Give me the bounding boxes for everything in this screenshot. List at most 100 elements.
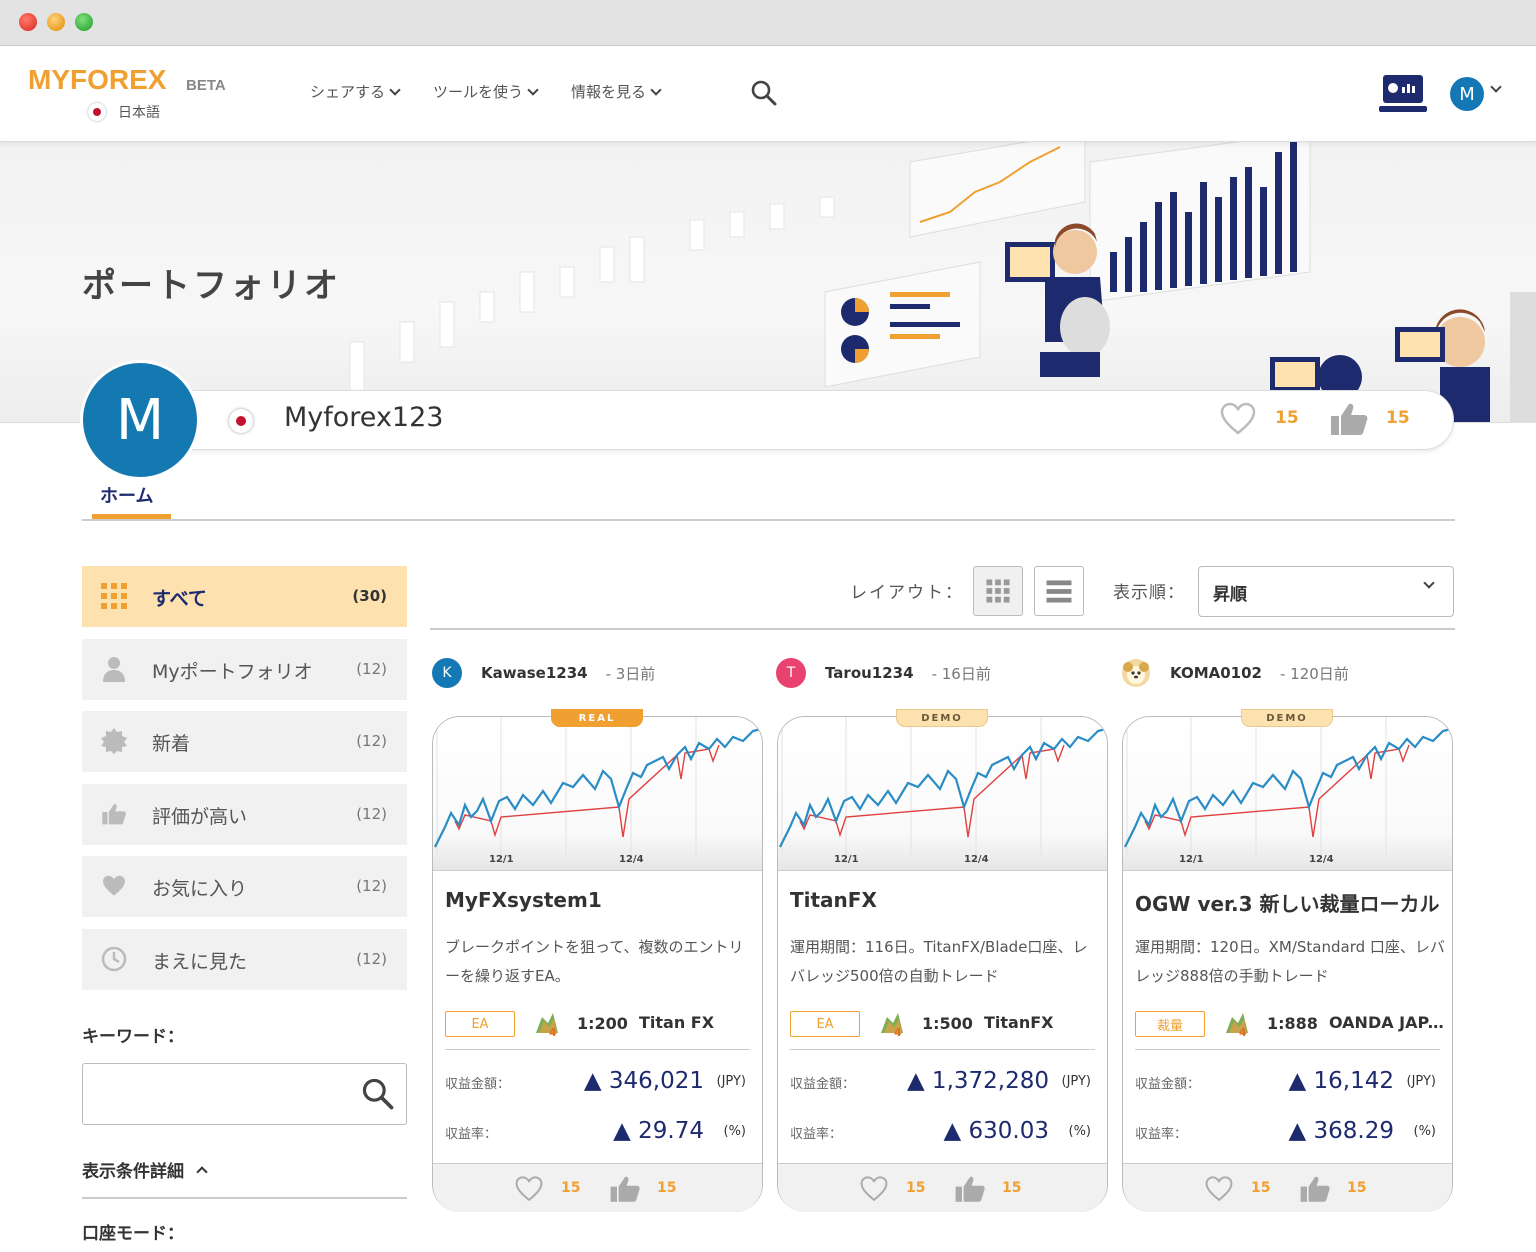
dashboard-monitor-icon[interactable] <box>1378 73 1428 115</box>
japan-flag-icon <box>229 409 253 433</box>
chevron-down-icon <box>650 83 662 96</box>
sidebar-item-count: (12) <box>356 660 387 678</box>
profile-avatar: M <box>80 360 200 480</box>
display-conditions-toggle[interactable]: 表示条件詳細 <box>82 1157 208 1182</box>
japan-flag-icon <box>88 103 106 121</box>
card-footer: 15 15 <box>1123 1163 1452 1212</box>
sidebar-item-my-portfolio[interactable]: Myポートフォリオ (12) <box>82 639 407 700</box>
sidebar-item-favorites[interactable]: お気に入り (12) <box>82 856 407 917</box>
portfolio-card[interactable]: DEMO 12/1 12/4 OGW ver.3 新しい裁量ローカル 運用期間：… <box>1122 709 1453 1212</box>
broker-name: TitanFX <box>984 1013 1054 1032</box>
sidebar-item-count: (12) <box>356 732 387 750</box>
toolbar-divider <box>430 628 1455 630</box>
chevron-down-icon <box>389 83 401 96</box>
mt4-icon: 4 <box>881 1013 903 1037</box>
chevron-down-icon <box>527 83 539 96</box>
keyword-search-box <box>82 1063 407 1125</box>
keyword-input[interactable] <box>93 1076 353 1112</box>
main-nav: シェアする ツールを使う 情報を見る <box>310 81 662 102</box>
grid-icon <box>101 583 127 609</box>
author-name: Kawase1234 <box>481 664 588 682</box>
strategy-tag: EA <box>445 1011 515 1037</box>
profit-label: 収益金額： <box>445 1077 511 1092</box>
grid-icon <box>986 579 1010 603</box>
list-icon <box>1046 580 1072 603</box>
language-selector[interactable]: 日本語 <box>88 102 160 122</box>
grid-layout-button[interactable] <box>973 566 1023 616</box>
window-titlebar <box>0 0 1536 46</box>
thumbs-up-icon[interactable] <box>954 1174 986 1204</box>
mt4-icon: 4 <box>536 1013 558 1037</box>
leverage-value: 1:200 <box>577 1014 628 1033</box>
return-rate-unit: (%) <box>1413 1124 1437 1139</box>
card-footer: 15 15 <box>778 1163 1107 1212</box>
heart-icon[interactable] <box>858 1175 890 1203</box>
portfolio-card[interactable]: DEMO 12/1 12/4 TitanFX 運用期間：116日。TitanFX… <box>777 709 1108 1212</box>
nav-share[interactable]: シェアする <box>310 81 401 102</box>
maximize-window-button[interactable] <box>75 13 93 31</box>
card-divider <box>445 1049 750 1050</box>
profit-label: 収益金額： <box>790 1077 856 1092</box>
search-icon[interactable] <box>751 80 777 106</box>
thumbs-up-icon[interactable] <box>609 1174 641 1204</box>
strategy-tag: EA <box>790 1011 860 1037</box>
page-title: ポートフォリオ <box>82 266 341 306</box>
chevron-down-icon[interactable] <box>1490 81 1502 93</box>
mt4-icon: 4 <box>1226 1013 1248 1037</box>
profit-value: ▲ 1,372,280 <box>906 1068 1049 1094</box>
nav-tools[interactable]: ツールを使う <box>433 81 539 102</box>
author-name: Tarou1234 <box>825 664 914 682</box>
nav-info[interactable]: 情報を見る <box>571 81 662 102</box>
return-rate-unit: (%) <box>1068 1124 1092 1139</box>
heart-icon <box>103 875 125 896</box>
chevron-up-icon <box>196 1165 208 1178</box>
chart-tick-label: 12/1 <box>834 854 859 865</box>
thumbs-up-icon[interactable] <box>1329 401 1369 437</box>
svg-text:4: 4 <box>549 1026 557 1037</box>
tab-home[interactable]: ホーム <box>100 482 153 508</box>
sidebar-item-all[interactable]: すべて (30) <box>82 566 407 627</box>
heart-icon[interactable] <box>1219 401 1257 437</box>
card-author[interactable]: T Tarou1234 - 16日前 <box>776 657 991 689</box>
like-count: 15 <box>1251 1180 1271 1196</box>
portfolio-card[interactable]: REAL 12/1 12/4 MyFXsystem1 ブレークポイントを狙って、… <box>432 709 763 1212</box>
heart-icon[interactable] <box>1203 1175 1235 1203</box>
thumb-count: 15 <box>1002 1180 1022 1196</box>
card-divider <box>1135 1049 1440 1050</box>
search-icon[interactable] <box>362 1078 394 1110</box>
equity-chart: 12/1 12/4 <box>1123 717 1452 871</box>
site-header: MYFOREX BETA 日本語 シェアする ツールを使う 情報を見る M <box>0 47 1536 142</box>
equity-curve-graphic: 12/1 12/4 <box>1124 717 1452 865</box>
card-description: 運用期間：116日。TitanFX/Blade口座、レバレッジ500倍の自動トレ… <box>790 938 1088 985</box>
author-name: KOMA0102 <box>1170 664 1262 682</box>
author-avatar: T <box>776 658 806 688</box>
sort-order-label: 表示順： <box>1113 583 1185 603</box>
chart-tick-label: 12/4 <box>1309 854 1334 865</box>
like-count: 15 <box>561 1180 581 1196</box>
thumb-count: 15 <box>657 1180 677 1196</box>
sidebar-item-count: (30) <box>352 587 387 605</box>
posted-time: - 3日前 <box>605 664 656 683</box>
sidebar-item-count: (12) <box>356 950 387 968</box>
close-window-button[interactable] <box>19 13 37 31</box>
user-avatar[interactable]: M <box>1450 77 1484 111</box>
card-author[interactable]: K Kawase1234 - 3日前 <box>432 657 655 689</box>
myforex-logo[interactable]: MYFOREX <box>28 64 166 96</box>
chart-tick-label: 12/4 <box>964 854 989 865</box>
sidebar-item-top-rated[interactable]: 評価が高い (12) <box>82 784 407 845</box>
nav-tools-label: ツールを使う <box>433 83 524 101</box>
sidebar-item-label: Myポートフォリオ <box>152 661 313 683</box>
sidebar-item-new[interactable]: 新着 (12) <box>82 711 407 772</box>
profit-label: 収益金額： <box>1135 1077 1201 1092</box>
thumbs-up-icon[interactable] <box>1299 1174 1331 1204</box>
profit-unit: (JPY) <box>1406 1074 1436 1089</box>
heart-icon[interactable] <box>513 1175 545 1203</box>
list-layout-button[interactable] <box>1034 566 1084 616</box>
sort-order-select[interactable]: 昇順 <box>1198 566 1454 617</box>
minimize-window-button[interactable] <box>47 13 65 31</box>
layout-label: レイアウト： <box>850 583 964 603</box>
card-footer: 15 15 <box>433 1163 762 1212</box>
card-author[interactable]: KOMA0102 - 120日前 <box>1121 657 1349 689</box>
sidebar-item-recent[interactable]: まえに見た (12) <box>82 929 407 990</box>
return-rate-label: 収益率： <box>790 1127 843 1142</box>
